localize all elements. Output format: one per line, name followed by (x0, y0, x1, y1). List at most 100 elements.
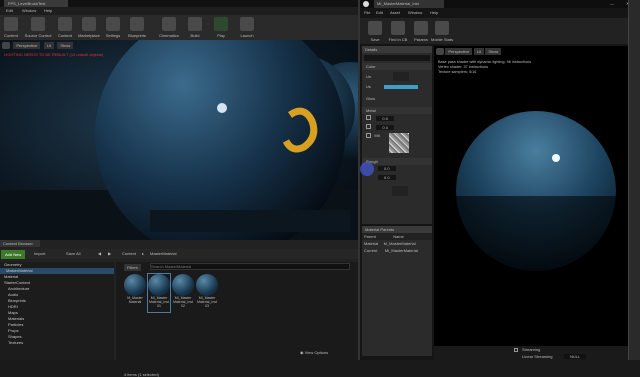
toolbar-button-marketplace[interactable]: Marketplace (76, 17, 102, 38)
main-tab[interactable]: FPS_LevelBrushTest (4, 0, 68, 7)
menu-edit[interactable]: Edit (6, 8, 13, 13)
tree-item[interactable]: Textures (0, 340, 114, 346)
unreal-logo-icon (363, 1, 369, 7)
asset-tile[interactable]: MI_Master Material_Inst 03 (196, 274, 218, 312)
texture-swatch[interactable] (392, 186, 408, 196)
metal-value-field[interactable]: 0.0 (376, 125, 394, 130)
me-menu-asset[interactable]: Asset (390, 10, 400, 15)
level-viewport[interactable]: Perspective Lit Show LIGHTING NEEDS TO B… (0, 40, 360, 240)
me-menu-help[interactable]: Help (430, 10, 438, 15)
header-parent: Parent (364, 234, 376, 239)
toolbar-button-build[interactable]: Build (184, 17, 206, 38)
parents-tab[interactable]: Material Parents (362, 226, 432, 233)
name-cell: MI_MasterMaterial (384, 248, 418, 253)
me-tab[interactable]: MI_MasterMaterial_Inst (374, 0, 444, 8)
toolbar-button-source-control[interactable]: Source Control (24, 17, 52, 38)
asset-tile[interactable]: M_Master Material (124, 274, 146, 312)
asset-tile[interactable]: MI_Master Material_Inst 02 (172, 274, 194, 312)
material-thumbnail (172, 274, 194, 296)
source-control-icon (31, 17, 45, 31)
save-all-button[interactable]: Save All (66, 251, 80, 256)
import-button[interactable]: Import (34, 251, 45, 256)
param-row: 0.0 (362, 123, 432, 132)
me-title-bar: MI_MasterMaterial_Inst — ✕ (360, 0, 640, 8)
gear-icon (106, 17, 120, 31)
preview-viewport[interactable]: Perspective Lit Show Base pass shader wi… (434, 46, 640, 350)
param-label: Mtl (374, 133, 380, 138)
toolbar-button-launch[interactable]: Launch (236, 17, 258, 38)
toolbar-button-content[interactable]: Content (0, 17, 22, 38)
eye-icon: ◉ (300, 350, 304, 355)
me-menu-window[interactable]: Window (408, 10, 422, 15)
me-menubar: File Edit Asset Window Help (360, 9, 640, 17)
param-row: Mtl (362, 132, 432, 156)
build-icon (188, 17, 202, 31)
content-browser-tab[interactable]: Content Browser (0, 240, 40, 247)
checkbox[interactable] (366, 124, 371, 129)
stats-icon (435, 21, 449, 35)
param-group-color[interactable]: Color (362, 63, 432, 70)
details-title: Details (365, 47, 378, 52)
param-row-glow: Glow (366, 96, 376, 101)
param-label: Us (366, 84, 371, 89)
rough-value-field[interactable]: 0.0 (378, 166, 396, 171)
toolbar-button-play[interactable]: Play (210, 17, 232, 38)
parents-title: Material Parents (365, 227, 395, 232)
metal-value-field[interactable]: 0.0 (376, 116, 394, 121)
material-thumbnail (124, 274, 146, 296)
toolbar-label: Play (217, 33, 225, 38)
cinematics-icon (162, 17, 176, 31)
me-minimize-button[interactable]: — (610, 1, 614, 6)
asset-search-input[interactable] (150, 263, 350, 270)
me-save-button[interactable]: Save (364, 21, 386, 42)
breadcrumb-content[interactable]: Content (122, 251, 136, 256)
param-group-metal[interactable]: Metal (362, 107, 432, 114)
asset-label: MI_Master Material_Inst 02 (172, 296, 194, 308)
streaming-label: Streaming (522, 347, 541, 352)
param-row: Us (362, 82, 432, 94)
breadcrumb-separator: ▸ (142, 251, 145, 256)
content-browser: Content Browser Add New Import Save All … (0, 240, 360, 377)
checkbox[interactable] (366, 115, 371, 120)
toolbar-button-settings[interactable]: Settings (102, 17, 124, 38)
marketplace-icon (82, 17, 96, 31)
material-thumbnail (196, 274, 218, 296)
me-menu-file[interactable]: File (364, 10, 370, 15)
noise-texture-swatch[interactable] (389, 133, 410, 153)
me-stats-button[interactable]: Mobile Stats (430, 21, 454, 42)
cursor-highlight (360, 162, 374, 176)
filters-button[interactable]: Filters (124, 264, 141, 271)
parents-row[interactable]: Current MI_MasterMaterial (362, 247, 432, 254)
rough-value-field[interactable]: 0.0 (378, 175, 396, 180)
view-options-button[interactable]: ◉ View Options (300, 350, 328, 355)
name-cell: M_MasterMaterial (383, 241, 416, 246)
parents-row[interactable]: Material M_MasterMaterial (362, 240, 432, 247)
me-params-button[interactable]: Params (410, 21, 432, 42)
toolbar-button-blueprints[interactable]: Blueprints (126, 17, 148, 38)
menu-help[interactable]: Help (44, 8, 52, 13)
details-tab[interactable]: Details (362, 46, 432, 53)
main-toolbar: Content Source Control Content Marketpla… (0, 15, 360, 40)
add-new-button[interactable]: Add New (1, 250, 26, 259)
toolbar-button-content-browser[interactable]: Content (54, 17, 76, 38)
me-menu-edit[interactable]: Edit (376, 10, 383, 15)
toolbar-label: Launch (240, 33, 254, 38)
me-find-button[interactable]: Find in CB (386, 21, 410, 42)
details-search[interactable] (364, 55, 430, 61)
toolbar-label: Build (190, 33, 200, 38)
material-thumbnail (148, 274, 170, 296)
checkbox[interactable] (366, 133, 371, 138)
asset-tile-selected[interactable]: MI_Master Material_Inst 01 (147, 273, 171, 313)
breadcrumb-mastermaterial[interactable]: MasterMaterial (150, 251, 176, 256)
viewport-scene (0, 40, 360, 240)
nav-back-button[interactable]: ◀ (98, 251, 101, 256)
nav-forward-button[interactable]: ▶ (108, 251, 111, 256)
folder-icon (58, 17, 72, 31)
color-bar[interactable] (384, 84, 419, 89)
toolbar-button-cinematics[interactable]: Cinematics (156, 17, 182, 38)
menu-window[interactable]: Window (22, 8, 36, 13)
sphere-highlight (217, 103, 227, 113)
toolbar-label: Settings (105, 33, 121, 38)
streaming-checkbox[interactable] (514, 348, 518, 352)
texture-swatch[interactable] (392, 72, 409, 81)
